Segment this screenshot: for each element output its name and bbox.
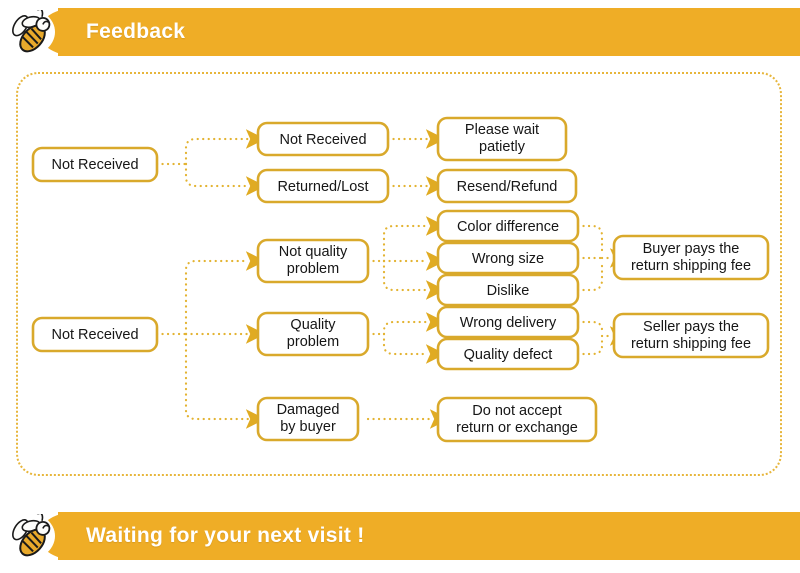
node-root-not-received-bottom[interactable]: Not Received (31, 316, 159, 353)
node-label-line2: return shipping fee (631, 258, 751, 274)
node-label-line2: return or exchange (456, 420, 578, 436)
node-label-line1: Quality (290, 317, 336, 333)
node-label-line1: Please wait (465, 122, 539, 138)
footer-title: Waiting for your next visit ! (86, 524, 365, 547)
footer-banner: Waiting for your next visit ! (0, 510, 800, 562)
node-branch-returned-lost[interactable]: Returned/Lost (256, 168, 390, 204)
node-label: Not Received (51, 157, 138, 173)
node-label-line1: Seller pays the (643, 319, 739, 335)
node-wrong-size[interactable]: Wrong size (436, 241, 580, 275)
node-not-quality-problem[interactable]: Not quality problem (256, 238, 370, 284)
node-label-line2: problem (287, 261, 339, 277)
node-please-wait-patiently[interactable]: Please wait patietly (436, 116, 568, 162)
node-dislike[interactable]: Dislike (436, 273, 580, 307)
node-quality-problem[interactable]: Quality problem (256, 311, 370, 357)
node-label: Dislike (487, 283, 530, 299)
node-label: Resend/Refund (457, 179, 558, 195)
node-label-line1: Buyer pays the (643, 241, 740, 257)
node-root-not-received-top[interactable]: Not Received (31, 146, 159, 183)
node-label-line2: by buyer (280, 419, 336, 435)
connector-group-quality (366, 312, 446, 364)
node-do-not-accept-return[interactable]: Do not accept return or exchange (436, 396, 598, 443)
node-label-line2: problem (287, 334, 339, 350)
node-label: Wrong delivery (460, 315, 557, 331)
node-label-line1: Not quality (279, 244, 348, 260)
node-label-line2: patietly (479, 139, 526, 155)
connector-group-seller-merge (576, 320, 630, 356)
node-quality-defect[interactable]: Quality defect (436, 337, 580, 371)
node-label: Color difference (457, 219, 559, 235)
node-label: Quality defect (464, 347, 553, 363)
node-label: Not Received (51, 327, 138, 343)
node-label-line2: return shipping fee (631, 336, 751, 352)
node-resend-refund[interactable]: Resend/Refund (436, 168, 578, 204)
node-buyer-pays-return-shipping[interactable]: Buyer pays the return shipping fee (612, 234, 770, 281)
node-wrong-delivery[interactable]: Wrong delivery (436, 305, 580, 339)
node-label: Wrong size (472, 251, 544, 267)
connector-group-bottom-root (155, 251, 266, 429)
connector-group-buyer-merge (576, 224, 630, 292)
node-label-line1: Damaged (277, 402, 340, 418)
node-label: Not Received (279, 132, 366, 148)
node-seller-pays-return-shipping[interactable]: Seller pays the return shipping fee (612, 312, 770, 359)
connector-group-not-quality (366, 216, 446, 300)
node-damaged-by-buyer[interactable]: Damaged by buyer (256, 396, 360, 442)
feedback-flowchart: Not Received Not Received Returned/Lost … (31, 116, 770, 443)
node-label: Returned/Lost (277, 179, 368, 195)
node-label-line1: Do not accept (472, 403, 561, 419)
node-branch-not-received[interactable]: Not Received (256, 121, 390, 157)
node-color-difference[interactable]: Color difference (436, 209, 580, 243)
bee-icon (12, 514, 51, 557)
